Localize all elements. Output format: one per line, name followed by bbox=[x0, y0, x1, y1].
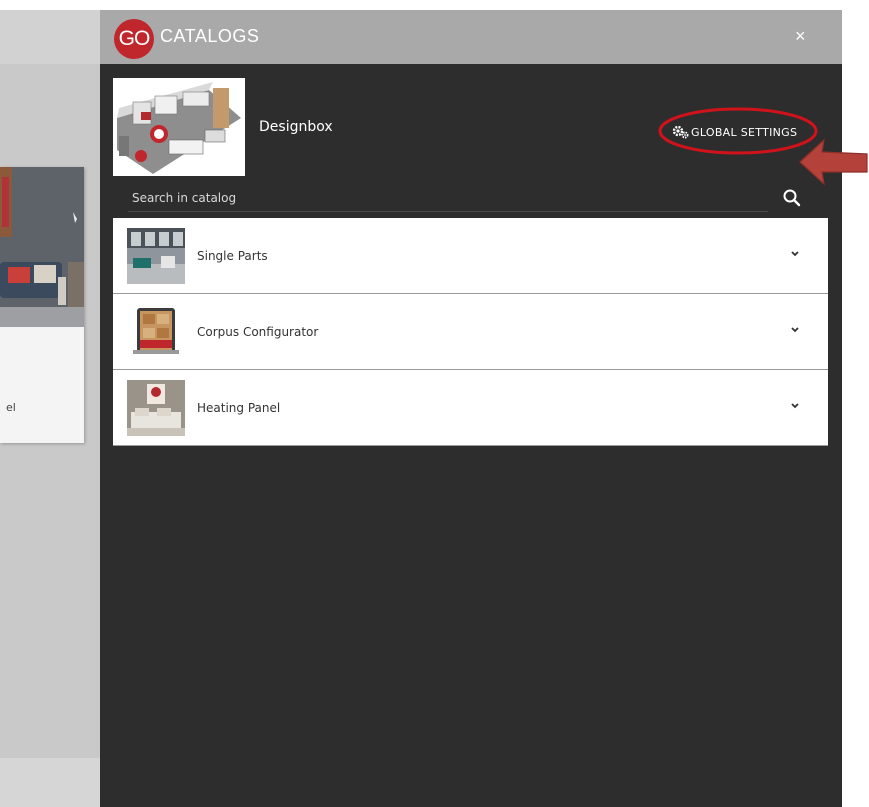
list-item-single-parts[interactable]: Single Parts bbox=[113, 218, 828, 294]
list-item-heating-panel[interactable]: Heating Panel bbox=[113, 370, 828, 446]
search-input[interactable] bbox=[130, 187, 764, 209]
gears-icon bbox=[672, 125, 689, 139]
single-parts-thumbnail bbox=[127, 228, 185, 284]
background-top-bar bbox=[0, 10, 100, 64]
catalogs-panel: GO CATALOGS × Designbox GLOBAL SETTINGS … bbox=[100, 10, 842, 807]
global-settings-button[interactable]: GLOBAL SETTINGS bbox=[672, 122, 797, 142]
chevron-down-icon[interactable] bbox=[789, 401, 801, 411]
background-card-image bbox=[0, 167, 84, 327]
close-button[interactable]: × bbox=[795, 26, 806, 47]
global-settings-label: GLOBAL SETTINGS bbox=[691, 125, 798, 139]
list-item-label: Corpus Configurator bbox=[197, 325, 319, 339]
search-field bbox=[128, 185, 768, 212]
list-item-corpus-configurator[interactable]: Corpus Configurator bbox=[113, 294, 828, 370]
catalog-name: Designbox bbox=[259, 119, 333, 135]
background-card-label: el bbox=[6, 401, 16, 414]
panel-title: CATALOGS bbox=[160, 26, 260, 46]
chevron-down-icon[interactable] bbox=[789, 325, 801, 335]
background-bottom-bar bbox=[0, 758, 100, 807]
corpus-configurator-thumbnail bbox=[127, 304, 185, 360]
background-product-card[interactable]: el bbox=[0, 167, 84, 443]
arrow-annotation bbox=[799, 138, 868, 186]
catalog-thumbnail bbox=[113, 78, 245, 176]
search-icon[interactable] bbox=[782, 188, 802, 208]
list-item-label: Heating Panel bbox=[197, 401, 281, 415]
catalog-list: Single Parts Corpus Configurator Heating… bbox=[113, 218, 828, 446]
go-logo: GO bbox=[114, 19, 154, 59]
list-item-label: Single Parts bbox=[197, 249, 268, 263]
panel-header: GO CATALOGS × bbox=[100, 10, 842, 64]
chevron-down-icon[interactable] bbox=[789, 249, 801, 259]
heating-panel-thumbnail bbox=[127, 380, 185, 436]
